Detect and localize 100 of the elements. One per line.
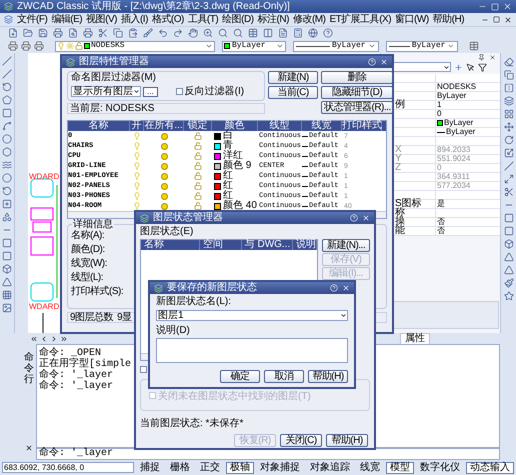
- add-icon[interactable]: [454, 62, 463, 72]
- help-icon[interactable]: [323, 28, 333, 38]
- invert-checkbox[interactable]: [176, 88, 183, 95]
- copy-icon[interactable]: [113, 28, 123, 38]
- column-header[interactable]: 在所有...: [144, 121, 184, 131]
- description-field[interactable]: [156, 338, 348, 363]
- zoom-icon[interactable]: [203, 28, 213, 38]
- image-icon[interactable]: [2, 303, 12, 313]
- status-toggle[interactable]: 模型: [386, 462, 414, 474]
- status-toggle[interactable]: 线宽: [356, 462, 384, 474]
- trim-icon[interactable]: [504, 187, 514, 197]
- color-dropdown[interactable]: ByLayer: [222, 40, 286, 52]
- triangle-icon[interactable]: [504, 252, 514, 262]
- table-icon[interactable]: [469, 41, 479, 51]
- color-swatch[interactable]: [214, 192, 221, 200]
- menu-item[interactable]: 修改(M): [292, 14, 326, 24]
- copy-icon[interactable]: [504, 70, 514, 80]
- color-swatch[interactable]: [214, 162, 221, 170]
- status-toggle[interactable]: 栅格: [166, 462, 194, 474]
- rotate-icon[interactable]: [504, 135, 514, 145]
- select-icon[interactable]: [466, 62, 475, 72]
- checkbox[interactable]: [140, 366, 147, 372]
- maximize-icon[interactable]: [491, 2, 499, 10]
- line-icon[interactable]: [2, 56, 12, 66]
- redo-icon[interactable]: [173, 28, 183, 38]
- sun-icon[interactable]: [160, 192, 168, 200]
- menu-item[interactable]: 标注(N): [258, 14, 289, 24]
- sun-icon[interactable]: [160, 202, 168, 210]
- color-swatch[interactable]: [214, 132, 221, 140]
- rotate-icon[interactable]: [2, 186, 12, 196]
- column-header[interactable]: 空间: [200, 240, 242, 250]
- dialog-button[interactable]: 隐藏细节(D): [321, 86, 393, 99]
- menu-item[interactable]: 格式(O): [152, 14, 184, 24]
- lock-icon[interactable]: [194, 172, 202, 180]
- menu-item[interactable]: 工具(T): [188, 14, 218, 24]
- columns-icon[interactable]: [263, 28, 273, 38]
- table-icon[interactable]: [2, 290, 12, 300]
- pin-icon[interactable]: [478, 54, 485, 60]
- layer-dropdown[interactable]: NODESKS: [55, 40, 215, 52]
- first-tab-icon[interactable]: [30, 334, 38, 342]
- status-toggle[interactable]: 正交: [196, 462, 224, 474]
- curve-icon[interactable]: [2, 121, 12, 131]
- menu-item[interactable]: 插入(I): [120, 14, 148, 24]
- column-header[interactable]: 颜色: [212, 121, 258, 131]
- lock-icon[interactable]: [75, 42, 83, 50]
- wave-icon[interactable]: [2, 160, 12, 170]
- print-icon[interactable]: [53, 28, 63, 38]
- hexagon-icon[interactable]: [2, 147, 12, 157]
- sun-icon[interactable]: [160, 162, 168, 170]
- lock-icon[interactable]: [194, 202, 202, 210]
- dialog-button[interactable]: 取消: [264, 370, 304, 383]
- sun-icon[interactable]: [160, 172, 168, 180]
- dialog-button[interactable]: 删除: [321, 71, 393, 84]
- circle-icon[interactable]: [2, 134, 12, 144]
- menu-item[interactable]: 帮助(H): [432, 14, 464, 24]
- dialog-button[interactable]: 帮助(H): [308, 370, 348, 383]
- paint-icon[interactable]: [504, 278, 514, 288]
- dialog-button[interactable]: 新建(N)...: [322, 239, 370, 252]
- column-header[interactable]: 线型: [258, 121, 302, 131]
- menu-item[interactable]: 编辑(E): [51, 14, 82, 24]
- new-file-icon[interactable]: [8, 28, 18, 38]
- dialog-button[interactable]: 当前(C): [268, 86, 318, 99]
- pan-icon[interactable]: [188, 28, 198, 38]
- lock-icon[interactable]: [194, 132, 202, 140]
- column-header[interactable]: 开: [130, 121, 144, 131]
- polygon-icon[interactable]: [2, 95, 12, 105]
- globe-icon[interactable]: [308, 28, 318, 38]
- scale-icon[interactable]: [504, 148, 514, 158]
- rectangle-icon[interactable]: [2, 108, 12, 118]
- lock-icon[interactable]: [194, 182, 202, 190]
- column-header[interactable]: 锁定: [184, 121, 212, 131]
- lock-icon[interactable]: [194, 142, 202, 150]
- eraser-icon[interactable]: [504, 57, 514, 67]
- linetype-dropdown[interactable]: ByLayer: [293, 40, 379, 52]
- menu-item[interactable]: 窗口(W): [395, 14, 429, 24]
- filter-icon[interactable]: [478, 62, 487, 72]
- color-swatch[interactable]: [214, 172, 221, 180]
- next-tab-icon[interactable]: [50, 334, 58, 342]
- last-tab-icon[interactable]: [60, 334, 68, 342]
- column-header[interactable]: 名称: [141, 240, 200, 250]
- sun-icon[interactable]: [160, 132, 168, 140]
- dialog-button[interactable]: 新建(N): [268, 71, 318, 84]
- sun-icon[interactable]: [160, 152, 168, 160]
- close-icon[interactable]: [504, 16, 512, 24]
- command-input[interactable]: 命令: '_layer: [36, 448, 500, 460]
- cut-icon[interactable]: [98, 28, 108, 38]
- lineweight-dropdown[interactable]: ByLayer: [386, 40, 458, 52]
- column-header[interactable]: 打印样式: [342, 121, 382, 131]
- status-toggle[interactable]: 动态输入: [466, 462, 514, 474]
- dialog-button[interactable]: 确定: [220, 370, 260, 383]
- move-icon[interactable]: [504, 122, 514, 132]
- menu-item[interactable]: 视图(V): [86, 14, 117, 24]
- search-icon[interactable]: [218, 28, 228, 38]
- properties-tab[interactable]: 属性: [400, 332, 430, 344]
- shapes-icon[interactable]: [2, 212, 12, 222]
- paste-icon[interactable]: [128, 28, 138, 38]
- state-name-field[interactable]: 图层1: [156, 310, 348, 321]
- column-header[interactable]: 名称: [68, 121, 130, 131]
- status-toggle[interactable]: 极轴: [226, 462, 254, 474]
- previous-tab-icon[interactable]: [40, 334, 48, 342]
